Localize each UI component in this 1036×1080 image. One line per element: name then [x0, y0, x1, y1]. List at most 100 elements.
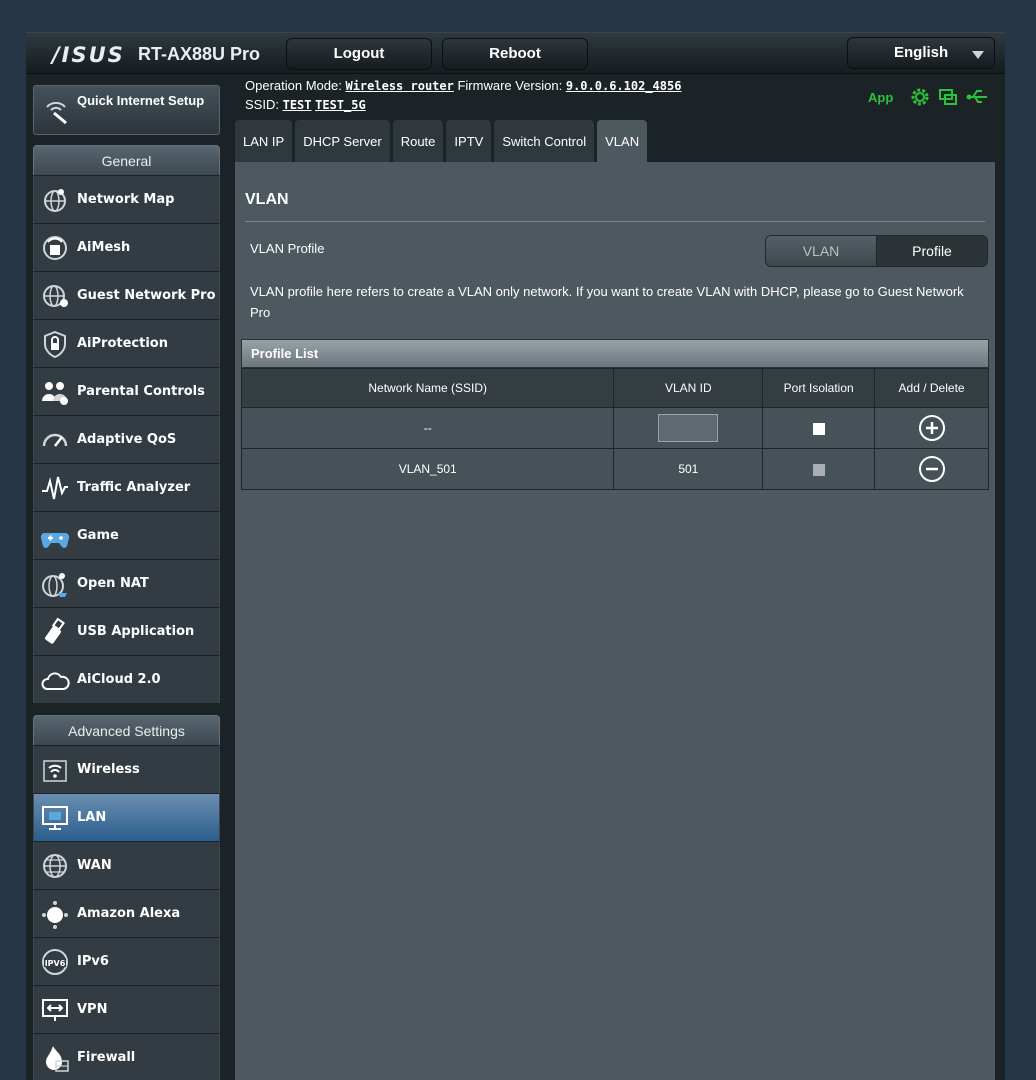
- sidebar-item-label: Amazon Alexa: [77, 906, 181, 921]
- general-title: General: [33, 145, 220, 175]
- reboot-button[interactable]: Reboot: [442, 38, 588, 70]
- cloud-icon: [41, 672, 70, 690]
- wan-globe-icon: [43, 854, 67, 878]
- usb-icon: [45, 617, 65, 644]
- row-network-name: VLAN_501: [240, 448, 615, 490]
- profile-table: Network Name (SSID) VLAN ID Port Isolati…: [240, 368, 989, 490]
- tab-dhcp-server[interactable]: DHCP Server: [295, 120, 390, 162]
- sidebar-item-label: AiProtection: [77, 336, 168, 351]
- model-name: RT-AX88U Pro: [138, 44, 261, 64]
- ssid-link-1[interactable]: TEST: [283, 98, 312, 112]
- sidebar-item-firewall[interactable]: Firewall: [33, 1033, 220, 1080]
- asus-logo[interactable]: /ISUS: [52, 43, 125, 67]
- row-port-isolation-checkbox: [812, 463, 825, 476]
- vlan-profile-switch: VLAN Profile: [765, 235, 988, 267]
- tab-lan-ip[interactable]: LAN IP: [235, 120, 293, 162]
- quick-internet-setup-button[interactable]: Quick Internet Setup: [33, 85, 220, 135]
- traffic-wave-icon: [42, 476, 68, 500]
- caret-down-icon: [972, 51, 984, 59]
- col-vlan-id: VLAN ID: [613, 368, 764, 408]
- alexa-icon: [42, 901, 68, 929]
- language-value: English: [894, 44, 949, 61]
- sidebar-item-network-map[interactable]: Network Map: [33, 175, 220, 223]
- operation-mode-label: Operation Mode:: [245, 78, 342, 93]
- sidebar-item-adaptive-qos[interactable]: Adaptive QoS: [33, 415, 220, 463]
- col-add-delete: Add / Delete: [874, 368, 989, 408]
- operation-mode-link[interactable]: Wireless router: [345, 79, 453, 93]
- svg-text:IPV6: IPV6: [45, 959, 66, 968]
- tab-iptv[interactable]: IPTV: [446, 120, 492, 162]
- family-icon: [42, 382, 68, 405]
- router-window: /ISUS RT-AX88U Pro Logout Reboot English…: [26, 32, 1005, 1080]
- sidebar-item-label: Traffic Analyzer: [77, 480, 191, 495]
- sidebar-item-lan[interactable]: LAN: [33, 793, 220, 841]
- gear-status-icon[interactable]: [909, 86, 931, 108]
- sidebar-item-parental-controls[interactable]: Parental Controls: [33, 367, 220, 415]
- logout-button[interactable]: Logout: [286, 38, 432, 70]
- sidebar-item-label: Parental Controls: [77, 384, 205, 399]
- tab-switch-control[interactable]: Switch Control: [494, 120, 595, 162]
- sidebar-item-label: Open NAT: [77, 576, 149, 591]
- sidebar-item-wan[interactable]: WAN: [33, 841, 220, 889]
- table-row: VLAN_501 501: [240, 448, 989, 490]
- open-nat-icon: [42, 573, 67, 597]
- remove-circle-icon[interactable]: [918, 455, 946, 483]
- seg-profile-button[interactable]: Profile: [877, 236, 987, 266]
- sidebar-item-label: Firewall: [77, 1050, 136, 1065]
- top-bar: /ISUS RT-AX88U Pro Logout Reboot English: [26, 33, 1005, 74]
- sidebar-item-wireless[interactable]: Wireless: [33, 745, 220, 793]
- sidebar-item-guest-network-pro[interactable]: Guest Network Pro: [33, 271, 220, 319]
- sidebar-item-ipv6[interactable]: IPV6 IPv6: [33, 937, 220, 985]
- new-port-isolation-cell: [762, 407, 876, 449]
- page-title: VLAN: [245, 191, 289, 208]
- sidebar-item-label: USB Application: [77, 624, 195, 639]
- language-select[interactable]: English: [847, 37, 995, 69]
- sidebar-item-traffic-analyzer[interactable]: Traffic Analyzer: [33, 463, 220, 511]
- port-isolation-checkbox[interactable]: [812, 422, 825, 435]
- guest-globe-icon: [43, 285, 68, 307]
- firmware-link[interactable]: 9.0.0.6.102_4856: [566, 79, 682, 93]
- sidebar-item-label: LAN: [77, 810, 107, 825]
- new-profile-row: --: [240, 407, 989, 449]
- sidebar-item-label: AiMesh: [77, 240, 131, 255]
- operation-info: Operation Mode: Wireless router Firmware…: [245, 78, 681, 93]
- sidebar-item-vpn[interactable]: VPN: [33, 985, 220, 1033]
- firewall-icon: [46, 1046, 69, 1072]
- tab-vlan[interactable]: VLAN: [597, 120, 648, 162]
- status-icons: App: [868, 85, 989, 109]
- ssid-label: SSID:: [245, 97, 279, 112]
- sidebar-item-aimesh[interactable]: AiMesh: [33, 223, 220, 271]
- add-circle-icon[interactable]: [918, 414, 946, 442]
- vlan-id-input[interactable]: [658, 414, 719, 442]
- general-menu: General Network Map AiMesh Guest Network P…: [33, 145, 220, 703]
- title-divider: [245, 221, 985, 222]
- col-network-name: Network Name (SSID): [240, 368, 615, 408]
- advanced-menu: Advanced Settings Wireless LAN WAN Amazon A…: [33, 715, 220, 1080]
- row-port-isolation-cell: [762, 448, 876, 490]
- sidebar-item-label: Wireless: [77, 762, 140, 777]
- ssid-link-2[interactable]: TEST_5G: [315, 98, 366, 112]
- sidebar-item-aicloud-2-0[interactable]: AiCloud 2.0: [33, 655, 220, 703]
- sidebar-item-open-nat[interactable]: Open NAT: [33, 559, 220, 607]
- sidebar-item-label: Network Map: [77, 192, 175, 207]
- new-network-name: --: [240, 407, 615, 449]
- profile-list-title: Profile List: [241, 339, 989, 368]
- sidebar-item-label: Game: [77, 528, 119, 543]
- advanced-title: Advanced Settings: [33, 715, 220, 745]
- sidebar-item-usb-application[interactable]: USB Application: [33, 607, 220, 655]
- seg-vlan-button[interactable]: VLAN: [766, 236, 877, 266]
- aimesh-icon: [43, 236, 67, 260]
- col-port-isolation: Port Isolation: [762, 368, 876, 408]
- vlan-description: VLAN profile here refers to create a VLA…: [250, 284, 964, 320]
- app-link[interactable]: App: [868, 90, 893, 105]
- client-status-icon[interactable]: [937, 86, 959, 108]
- tab-route[interactable]: Route: [392, 120, 444, 162]
- vpn-icon: [42, 999, 68, 1021]
- new-vlan-id-cell: [613, 407, 764, 449]
- sidebar-item-game[interactable]: Game: [33, 511, 220, 559]
- sidebar-item-amazon-alexa[interactable]: Amazon Alexa: [33, 889, 220, 937]
- sidebar-item-aiprotection[interactable]: AiProtection: [33, 319, 220, 367]
- usb-status-icon[interactable]: [965, 86, 989, 108]
- wand-wifi-icon: [46, 101, 67, 125]
- ssid-info: SSID: TEST TEST_5G: [245, 97, 366, 112]
